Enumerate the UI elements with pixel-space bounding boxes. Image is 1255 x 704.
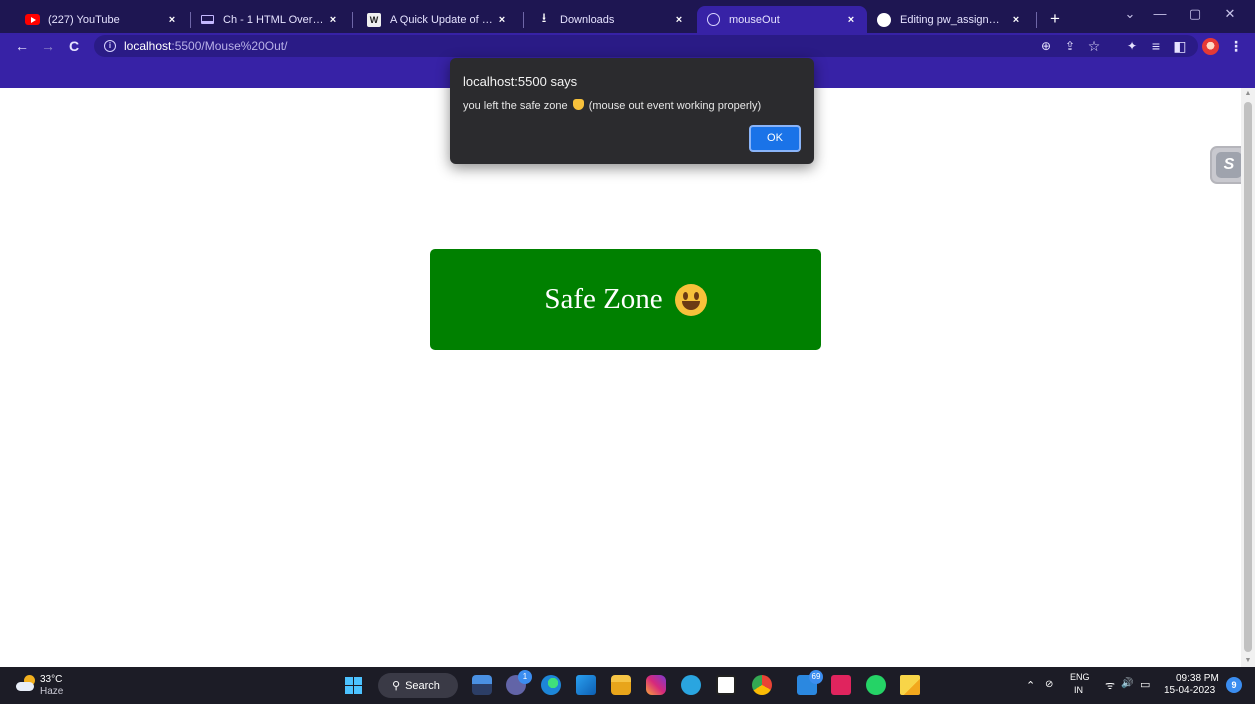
download-icon: ⭳ [541,9,547,25]
close-window-button[interactable]: ✕ [1210,4,1250,24]
weather-description[interactable]: Haze [40,686,63,697]
page-content [0,88,1241,667]
tab-separator [1036,12,1037,28]
volume-icon[interactable]: 🔊 [1121,678,1133,689]
extensions-icon[interactable]: ✦ [1122,36,1142,56]
clock-time[interactable]: 09:38 PM [1176,673,1219,684]
tab-mouseout[interactable]: mouseOut × [697,6,867,33]
task-view-icon[interactable] [472,675,492,695]
file-explorer-icon[interactable] [611,675,631,695]
wifi-icon[interactable]: ᯤ [1105,678,1115,693]
weather-haze-icon[interactable] [16,675,36,693]
close-icon[interactable]: × [164,12,180,28]
tab-github-editing[interactable]: Editing pw_assignment_27- × [868,6,1032,33]
notification-badge[interactable]: 9 [1226,677,1242,693]
media-app-icon[interactable] [831,675,851,695]
tab-title: Editing pw_assignment_27- [900,13,1008,26]
media-control-icon[interactable]: ≡ [1146,36,1166,56]
tab-title: Ch - 1 HTML Overview - Fre [223,13,325,26]
grinning-face-icon [674,283,707,316]
youtube-icon [24,12,40,28]
chrome-icon[interactable] [752,675,772,695]
address-bar[interactable]: i localhost:5500/Mouse%20Out/ [94,35,1198,57]
profile-avatar[interactable] [1202,38,1219,55]
back-button[interactable]: ← [12,36,32,56]
messaging-badge: 69 [809,670,823,684]
close-icon[interactable]: × [325,12,341,28]
github-icon [876,12,892,28]
vscode-icon[interactable] [576,675,596,695]
weather-temperature[interactable]: 33°C [40,674,62,685]
scroll-up-icon[interactable]: ▲ [1241,88,1255,100]
tab-separator [352,12,353,28]
close-icon[interactable]: × [1008,12,1024,28]
windows-taskbar: 33°C Haze ⚲ Search 1 69 ⌃ ⊘ ENG IN ᯤ 🔊 ▭… [0,667,1255,704]
tab-separator [523,12,524,28]
messaging-app-icon[interactable]: 69 [797,670,823,695]
tab-youtube[interactable]: (227) YouTube × [16,6,188,33]
tab-title: (227) YouTube [48,13,120,26]
browser-tab-strip: (227) YouTube × Ch - 1 HTML Overview - F… [0,0,1255,33]
safe-zone-label: Safe Zone [544,283,663,315]
reload-button[interactable]: C [64,36,84,56]
bookmark-star-icon[interactable]: ☆ [1084,36,1104,56]
notion-icon[interactable] [716,675,736,695]
blog-icon: W [366,12,382,28]
tab-title: A Quick Update of the Futu [390,13,494,26]
search-icon: ⚲ [392,680,401,692]
dialog-message-end: (mouse out event working properly) [588,100,762,112]
chrome-menu-icon[interactable]: ⋮ [1226,36,1246,56]
ok-button[interactable]: OK [749,125,801,152]
minimize-button[interactable]: — [1140,4,1180,24]
edge-icon[interactable] [541,675,561,695]
url-host: localhost [124,39,172,53]
share-icon[interactable]: ⇪ [1060,36,1080,56]
battery-icon[interactable]: ▭ [1140,678,1150,691]
clock-date[interactable]: 15-04-2023 [1164,685,1215,696]
region-indicator[interactable]: IN [1074,685,1083,695]
forward-button[interactable]: → [38,36,58,56]
tab-html-overview[interactable]: Ch - 1 HTML Overview - Fre × [191,6,349,33]
browser-toolbar: ← → C i localhost:5500/Mouse%20Out/ ⊕ ⇪ … [0,33,1255,60]
instagram-icon[interactable] [646,675,666,695]
tab-title: mouseOut [729,13,780,26]
new-tab-button[interactable]: + [1044,8,1066,30]
close-icon[interactable]: × [843,12,859,28]
tab-downloads[interactable]: ⭳ Downloads × [528,6,695,33]
globe-icon [705,12,721,28]
scroll-down-icon[interactable]: ▼ [1241,655,1255,667]
zoom-icon[interactable]: ⊕ [1036,36,1056,56]
tab-quick-update[interactable]: W A Quick Update of the Futu × [358,6,518,33]
page-scrollbar[interactable]: ▲ ▼ [1241,88,1255,667]
tab-title: Downloads [560,13,615,26]
extension-logo-icon: S [1216,152,1242,178]
url-path: :5500/Mouse%20Out/ [171,39,288,53]
alert-dialog: localhost:5500 says you left the safe zo… [450,58,814,164]
meet-now-icon[interactable]: ⊘ [1045,679,1053,690]
laptop-icon [199,12,215,28]
dialog-title: localhost:5500 says [463,74,578,89]
language-indicator[interactable]: ENG [1070,672,1090,682]
windows-start-icon[interactable] [345,677,362,694]
sticky-notes-icon[interactable] [900,675,920,695]
taskbar-search[interactable]: ⚲ Search [378,673,458,698]
teams-badge: 1 [518,670,532,684]
url-text: localhost:5500/Mouse%20Out/ [124,39,287,53]
scroll-thumb[interactable] [1244,102,1252,652]
search-label: Search [405,679,440,692]
telegram-icon[interactable] [681,675,701,695]
side-panel-icon[interactable]: ◧ [1170,36,1190,56]
safe-zone-box[interactable]: Safe Zone [430,249,821,350]
dialog-message-start: you left the safe zone [463,100,568,112]
teams-icon[interactable]: 1 [506,670,532,695]
close-icon[interactable]: × [671,12,687,28]
site-info-icon[interactable]: i [104,40,116,52]
whatsapp-icon[interactable] [866,675,886,695]
tray-overflow-chevron-icon[interactable]: ⌃ [1026,679,1035,692]
close-icon[interactable]: × [494,12,510,28]
person-emoji-icon [572,99,584,110]
dialog-message: you left the safe zone (mouse out event … [463,99,761,112]
maximize-button[interactable]: ▢ [1175,4,1215,24]
